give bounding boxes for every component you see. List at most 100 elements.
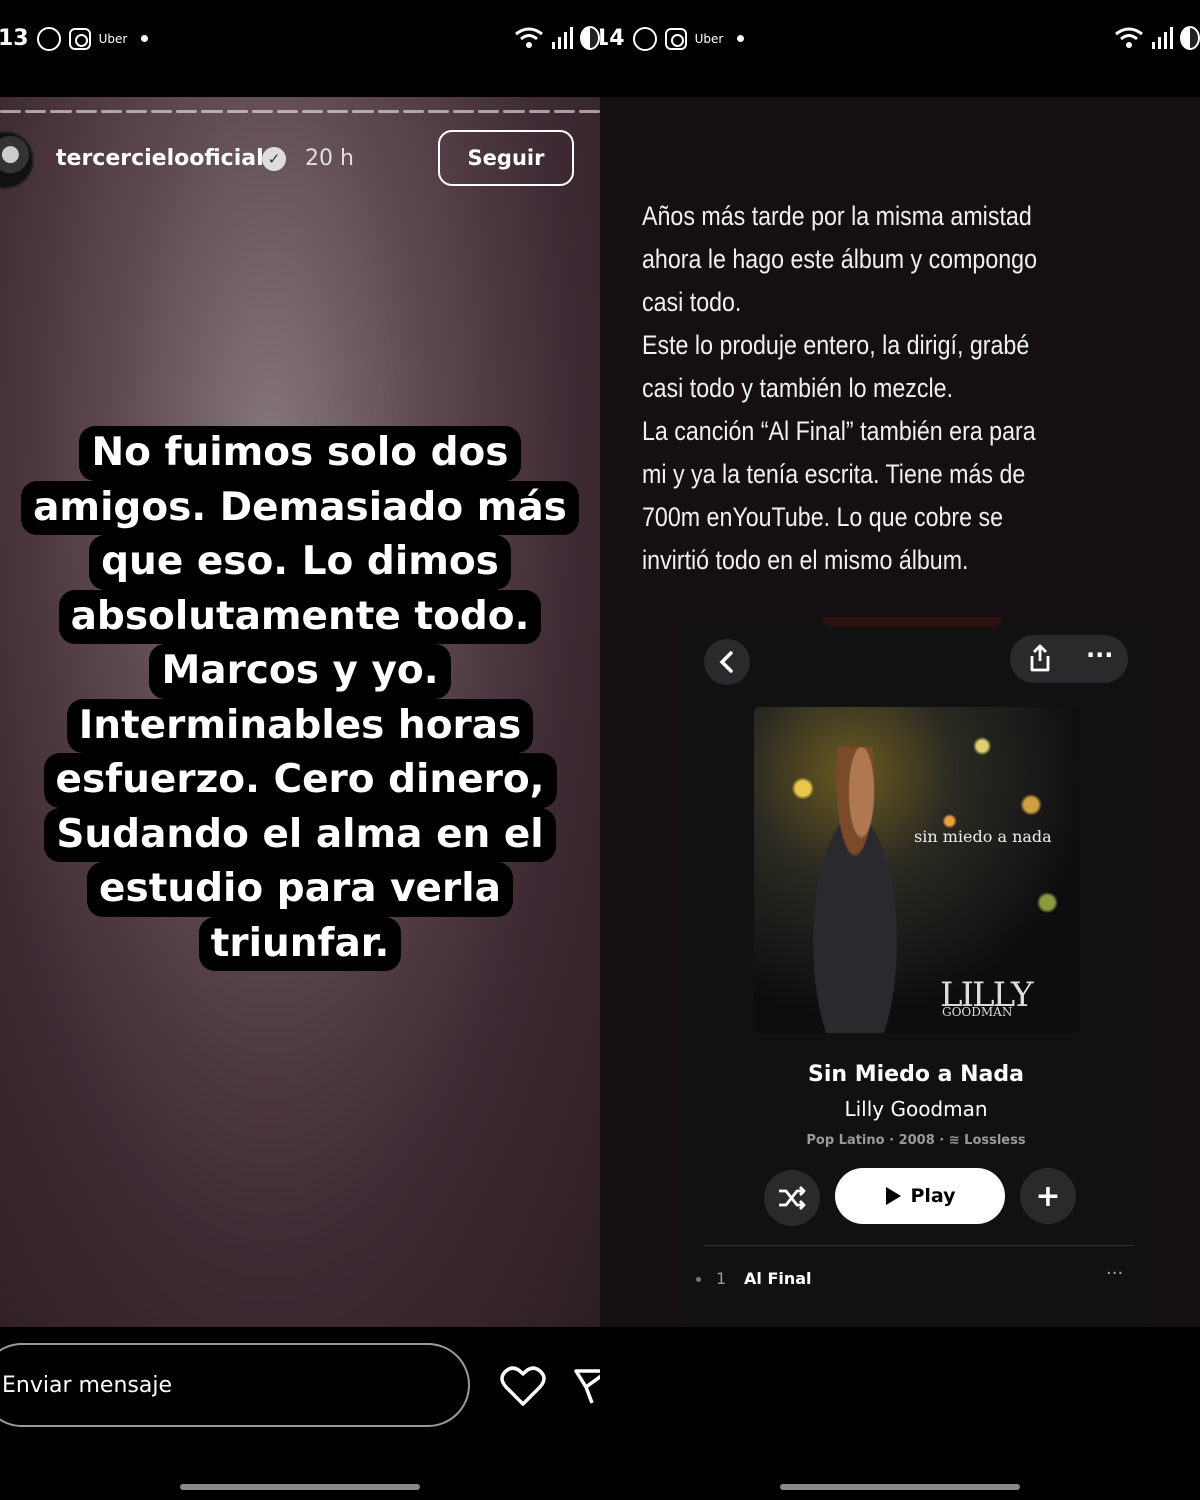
more-options-icon[interactable]: ··· [1086,641,1113,669]
follow-button[interactable]: Seguir [438,130,574,186]
album-artist[interactable]: Lilly Goodman [682,1097,1150,1121]
story-text-line: Sudando el alma en el [44,807,556,862]
progress-segment [478,110,500,113]
battery-icon [580,26,600,50]
send-icon[interactable] [572,1365,600,1407]
story-text-line: absolutamente todo. [58,589,542,644]
album-meta: Pop Latino · 2008 · ≋ Lossless [806,1133,1026,1148]
story-username[interactable]: tercercielooficial [56,146,264,171]
wifi-icon [1115,27,1143,48]
divider [704,1245,1134,1246]
chevron-left-icon [719,651,733,673]
whatsapp-icon [36,26,61,51]
progress-segment [276,110,299,113]
notification-dot-icon [141,35,149,42]
track-number: 1 [716,1269,727,1288]
progress-segment [0,110,22,113]
story-header: tercercielooficial ✓ 20 h Seguir [0,128,600,189]
play-label: Play [910,1185,956,1207]
whatsapp-icon [632,26,657,51]
phone-notch [822,617,1002,627]
story-text-line: que eso. Lo dimos [89,535,511,590]
music-app-screenshot: ··· sin miedo a nada LILLY GOODMAN Sin Mi… [682,617,1150,1327]
story-left-screenshot: 13 Uber tercercielooficial ✓ 20 h Seguir… [0,0,600,1500]
add-button[interactable]: + [1020,1168,1076,1224]
story-text-block: No fuimos solo dos amigos. Demasiado más… [0,426,600,971]
battery-icon [1180,26,1200,50]
status-right-group [1114,26,1200,50]
progress-segment [151,110,173,113]
progress-segment [352,110,374,113]
uber-icon: Uber [98,31,128,46]
play-button[interactable]: Play [835,1168,1005,1224]
wifi-icon [515,27,543,48]
progress-segment [503,110,525,113]
progress-segment [201,110,223,113]
heart-icon[interactable] [500,1365,546,1407]
progress-segment [553,110,575,113]
notification-dot-icon [737,35,745,42]
instagram-icon [68,27,91,50]
back-button[interactable] [704,639,750,685]
share-icon[interactable] [1028,643,1052,673]
story-caption: Años más tarde por la misma amistad ahor… [642,195,1120,582]
status-right-group [514,26,600,50]
plus-icon: + [1035,1178,1061,1214]
progress-segment [251,110,273,113]
track-name: Al Final [744,1269,812,1288]
story-text-line: esfuerzo. Cero dinero, [43,753,557,808]
story-right-screenshot: 14 Uber Años más tarde por la misma amis… [600,0,1200,1500]
home-indicator [180,1484,420,1490]
album-cover-title: sin miedo a nada [914,827,1052,846]
story-caption-text: Años más tarde por la misma amistad ahor… [642,201,1038,575]
message-input[interactable] [0,1343,470,1427]
progress-segment [176,110,198,113]
status-bar: 13 Uber [0,0,600,80]
progress-segment [377,110,399,113]
progress-segment [25,110,47,113]
story-text-line: estudio para verla [87,862,513,917]
shuffle-button[interactable] [764,1170,820,1226]
progress-segment [327,110,349,113]
play-icon [886,1187,902,1205]
status-bar: 14 Uber [600,0,1200,80]
album-cover-figure [790,747,920,1033]
track-indicator-dot [696,1277,701,1282]
progress-segment [528,110,550,113]
uber-icon: Uber [694,31,724,46]
progress-segment [125,110,148,113]
progress-segment [50,110,72,113]
status-left-group: 14 Uber [600,26,745,51]
story-text-line: Marcos y yo. [149,644,451,699]
album-cover-logo-sub: GOODMAN [942,1005,1013,1019]
story-text-line: amigos. Demasiado más [21,480,579,535]
story-text-line: triunfar. [198,916,402,971]
progress-segment [453,110,475,113]
story-time-ago: 20 h [305,146,354,171]
shuffle-icon [779,1186,806,1210]
progress-segment [402,110,424,113]
status-left-group: 13 Uber [0,26,149,51]
track-more-icon[interactable]: ··· [1106,1263,1123,1284]
progress-segment [302,110,324,113]
progress-segment [75,110,97,113]
story-text-line: No fuimos solo dos [79,426,521,481]
progress-segment [427,110,450,113]
avatar[interactable] [0,131,34,189]
progress-segment [100,110,122,113]
album-cover-logo: LILLY GOODMAN [940,975,1033,1019]
album-cover: sin miedo a nada LILLY GOODMAN [754,707,1080,1033]
home-indicator [780,1484,1020,1490]
status-time: 13 [0,26,29,51]
status-time: 14 [600,26,625,51]
story-progress-bar [0,110,600,113]
story-reply-bar [0,1327,600,1500]
instagram-icon [664,27,687,50]
signal-icon [1152,27,1173,49]
story-text-line: Interminables horas [66,698,534,753]
progress-segment [226,110,248,113]
signal-icon [552,27,573,49]
track-row[interactable]: 1 Al Final ··· [682,1257,1150,1301]
progress-segment [578,110,600,113]
verified-badge-icon: ✓ [262,147,286,171]
